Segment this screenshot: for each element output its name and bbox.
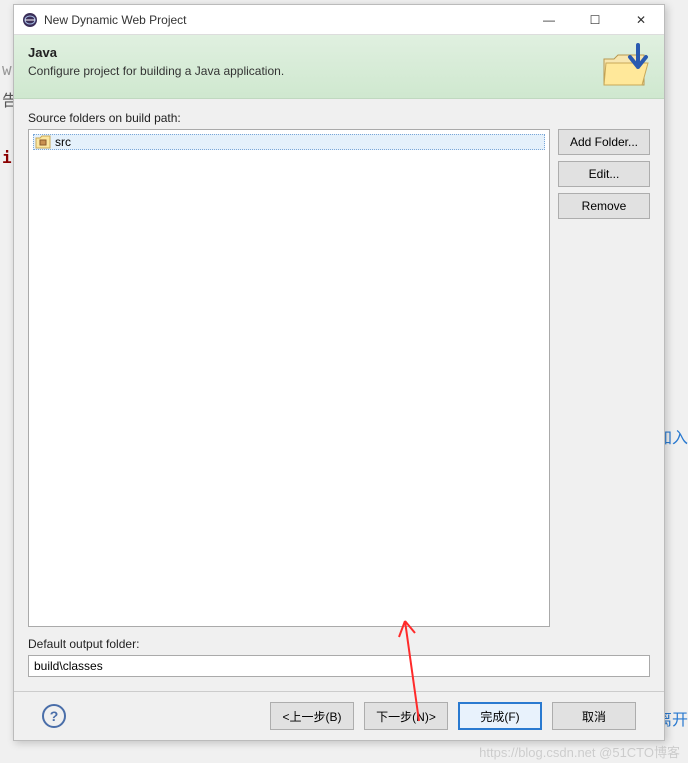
remove-button[interactable]: Remove <box>558 193 650 219</box>
maximize-button[interactable]: ☐ <box>572 5 618 34</box>
help-button[interactable]: ? <box>42 704 66 728</box>
cancel-button[interactable]: 取消 <box>552 702 636 730</box>
add-folder-button[interactable]: Add Folder... <box>558 129 650 155</box>
output-folder-label: Default output folder: <box>28 637 650 651</box>
banner-heading: Java <box>28 45 284 60</box>
window-title: New Dynamic Web Project <box>44 13 526 27</box>
close-button[interactable]: ✕ <box>618 5 664 34</box>
eclipse-icon <box>22 12 38 28</box>
next-button[interactable]: 下一步(N)> <box>364 702 448 730</box>
output-folder-input[interactable] <box>28 655 650 677</box>
tree-item[interactable]: src <box>33 134 545 150</box>
titlebar[interactable]: New Dynamic Web Project — ☐ ✕ <box>14 5 664 35</box>
banner: Java Configure project for building a Ja… <box>14 35 664 99</box>
folder-icon <box>600 41 654 91</box>
finish-button[interactable]: 完成(F) <box>458 702 542 730</box>
minimize-button[interactable]: — <box>526 5 572 34</box>
banner-subtitle: Configure project for building a Java ap… <box>28 64 284 78</box>
source-folders-label: Source folders on build path: <box>28 111 650 125</box>
source-folders-list[interactable]: src <box>28 129 550 627</box>
package-folder-icon <box>35 135 51 149</box>
dialog-window: New Dynamic Web Project — ☐ ✕ Java Confi… <box>13 4 665 741</box>
edit-button[interactable]: Edit... <box>558 161 650 187</box>
tree-item-label: src <box>55 135 71 149</box>
watermark: https://blog.csdn.net @51CTO博客 <box>479 742 680 761</box>
back-button[interactable]: <上一步(B) <box>270 702 354 730</box>
